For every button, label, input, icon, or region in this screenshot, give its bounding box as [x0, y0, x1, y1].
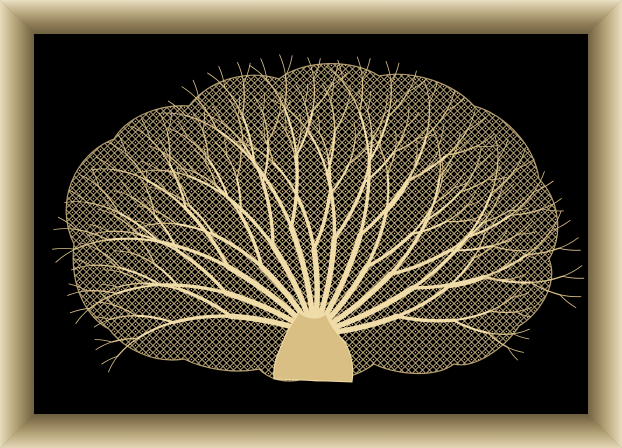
coral-branch — [512, 333, 530, 340]
coral-branch — [53, 228, 77, 230]
coral-branch — [562, 265, 583, 277]
coral-branch — [562, 275, 585, 279]
sea-fan-coral-icon — [52, 54, 585, 383]
mirrored-frame — [0, 0, 622, 448]
artwork-canvas — [34, 34, 588, 414]
coral-branch — [101, 355, 119, 365]
frame-bevel-top — [0, 0, 622, 34]
frame-bevel-right — [588, 0, 622, 448]
frame-bevel-bottom — [0, 414, 622, 448]
coral-branch — [52, 247, 76, 250]
coral-branch — [94, 339, 113, 343]
frame-bevel-left — [0, 0, 34, 448]
coral-branch — [108, 355, 119, 373]
coral-branch — [55, 248, 76, 263]
coral-branch — [279, 54, 287, 77]
coral-branch — [558, 237, 579, 249]
coral-branch — [95, 341, 113, 351]
coral-branch — [559, 294, 582, 298]
coral-branch — [558, 247, 581, 251]
